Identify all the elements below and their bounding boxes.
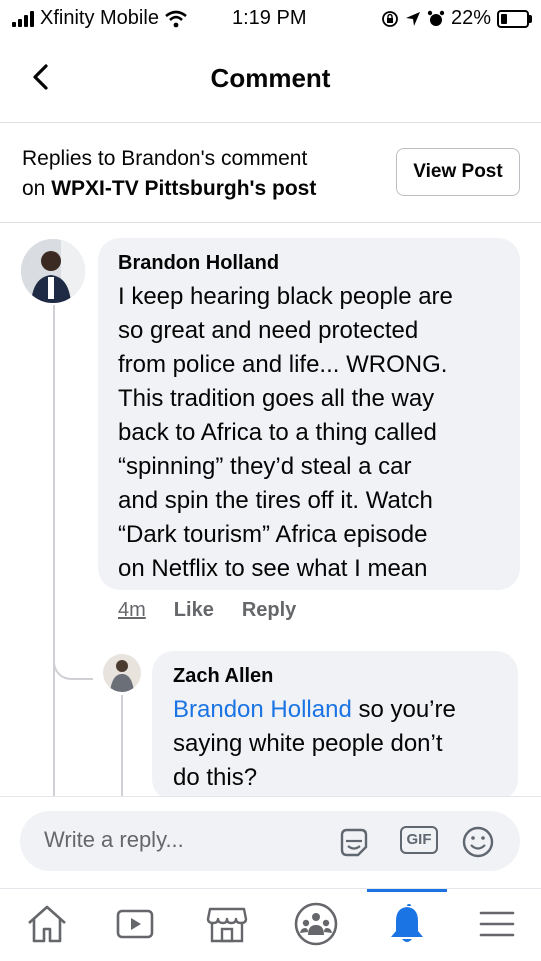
- battery-percent: 22%: [450, 7, 491, 29]
- thread-line-lower: [53, 680, 55, 796]
- location-icon: [405, 11, 420, 26]
- view-post-button[interactable]: View Post: [396, 148, 520, 196]
- status-bar: Xfinity Mobile 1:19 PM 22%: [0, 0, 541, 40]
- marketplace-tab-icon[interactable]: [204, 901, 250, 947]
- like-button[interactable]: Like: [174, 599, 214, 622]
- reply-line: do this?: [173, 764, 258, 791]
- nav-header: Comment: [0, 48, 541, 108]
- context-on: on: [22, 177, 46, 200]
- avatar-photo: [21, 239, 85, 303]
- battery-icon: [497, 9, 532, 28]
- reply-avatar[interactable]: [103, 654, 141, 692]
- comment-bubble[interactable]: Brandon Holland I keep hearing black peo…: [98, 238, 520, 590]
- reply-bubble[interactable]: Zach Allen Brandon Holland so you’re say…: [152, 651, 518, 801]
- page-title: Comment: [210, 63, 331, 93]
- alarm-icon: [427, 10, 445, 26]
- lock-rotation-icon: [382, 10, 398, 27]
- comment-line: This tradition goes all the way: [118, 385, 435, 412]
- reply-avatar-photo: [103, 654, 141, 692]
- comment-text: I keep hearing black people are so great…: [118, 280, 502, 586]
- comment-actions: 4m Like Reply: [118, 599, 296, 622]
- comment-author[interactable]: Brandon Holland: [118, 250, 502, 276]
- sticker-icon[interactable]: [336, 825, 372, 859]
- comment-line: on Netflix to see what I mean: [118, 555, 428, 582]
- reply-line: saying white people don’t: [173, 730, 443, 757]
- watch-tab-icon[interactable]: [112, 901, 158, 947]
- comment-line: from police and life... WRONG.: [118, 351, 448, 378]
- context-page-link[interactable]: WPXI-TV Pittsburgh's post: [51, 177, 316, 200]
- thread-line: [53, 305, 55, 680]
- groups-tab-icon[interactable]: [293, 901, 339, 947]
- reply-composer: GIF: [0, 796, 541, 889]
- menu-tab-icon[interactable]: [474, 901, 520, 947]
- header-divider: [0, 122, 541, 123]
- composer-box[interactable]: GIF: [20, 811, 520, 871]
- context-prefix: Replies to Brandon's comment: [22, 147, 308, 170]
- comment-line: and spin the tires off it. Watch: [118, 487, 433, 514]
- gif-button[interactable]: GIF: [400, 826, 438, 854]
- comment-line: “spinning” they’d steal a car: [118, 453, 412, 480]
- emoji-icon[interactable]: [460, 825, 496, 859]
- comment-line: so great and need protected: [118, 317, 419, 344]
- notifications-bell-icon[interactable]: [384, 901, 430, 947]
- comment-line: “Dark tourism” Africa episode: [118, 521, 428, 548]
- avatar[interactable]: [21, 239, 85, 303]
- active-tab-indicator: [367, 889, 447, 892]
- signal-icon: [12, 10, 34, 27]
- context-divider: [0, 222, 541, 223]
- reply-button[interactable]: Reply: [242, 599, 296, 622]
- reply-line: so you’re: [351, 696, 456, 723]
- bottom-tab-bar: [0, 888, 541, 961]
- wifi-icon: [165, 10, 187, 27]
- reply-input[interactable]: [42, 826, 326, 854]
- carrier-name: Xfinity Mobile: [40, 7, 159, 29]
- status-time: 1:19 PM: [232, 7, 307, 29]
- reply-text: Brandon Holland so you’re saying white p…: [173, 693, 500, 795]
- home-tab-icon[interactable]: [24, 901, 70, 947]
- comment-timestamp[interactable]: 4m: [118, 599, 146, 622]
- reply-context: Replies to Brandon's comment on WPXI-TV …: [22, 144, 382, 204]
- thread-branch: [53, 650, 93, 680]
- mention-link[interactable]: Brandon Holland: [173, 696, 352, 723]
- comment-line: I keep hearing black people are: [118, 283, 453, 310]
- reply-author[interactable]: Zach Allen: [173, 663, 500, 689]
- reply-thread-line: [121, 695, 123, 796]
- comment-line: back to Africa to a thing called: [118, 419, 437, 446]
